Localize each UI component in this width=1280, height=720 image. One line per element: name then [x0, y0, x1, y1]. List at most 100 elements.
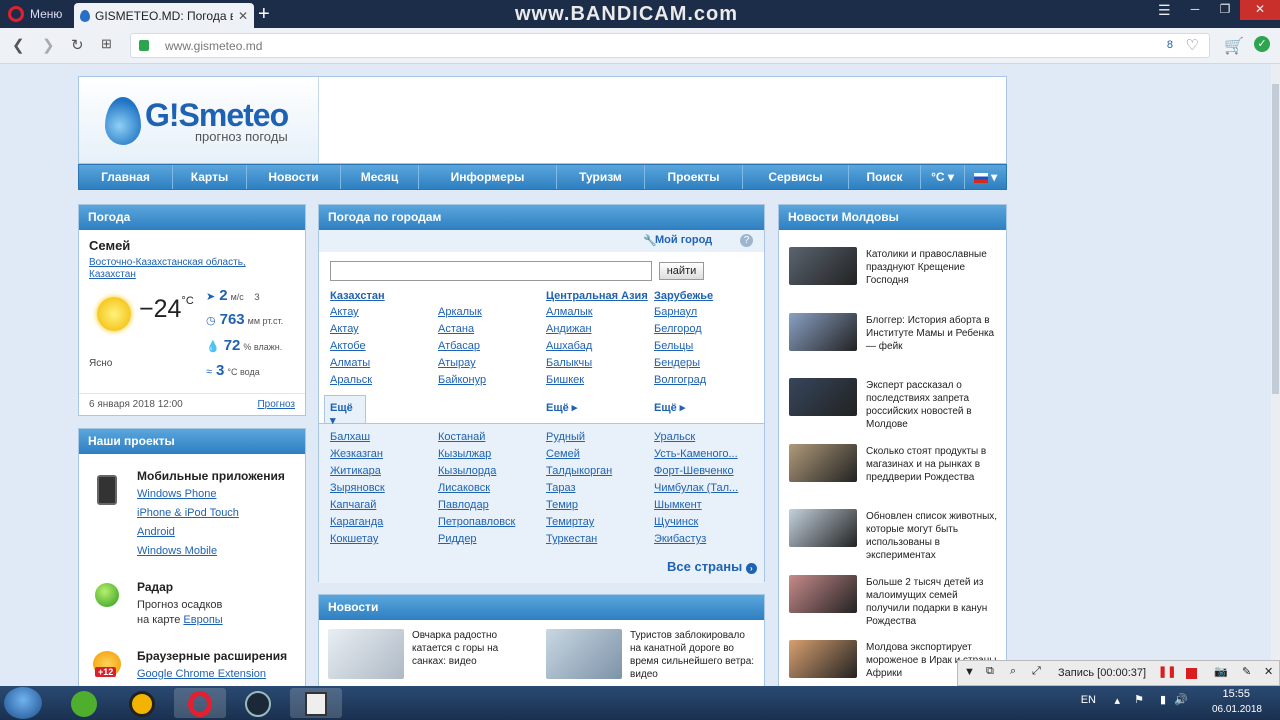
extension-badge[interactable]: 8 [1167, 39, 1173, 51]
menu-news[interactable]: Новости [247, 165, 341, 189]
url-field[interactable]: www.gismeteo.md 8 ♡ [130, 33, 1210, 58]
tab-close-icon[interactable]: ✕ [238, 9, 248, 23]
menu-services[interactable]: Сервисы [743, 165, 849, 189]
moldova-news-item[interactable]: Сколько стоят продукты в магазинах и на … [866, 445, 1000, 484]
link-windows-phone[interactable]: Windows Phone [137, 488, 217, 500]
city-link[interactable]: Риддер [438, 533, 477, 545]
city-link[interactable]: Кокшетау [330, 533, 378, 545]
logo[interactable]: G!Smeteo прогноз погоды [79, 77, 319, 163]
city-link[interactable]: Астана [438, 323, 474, 335]
news-item-1[interactable]: Овчарка радостно катается с горы на санк… [412, 629, 527, 668]
city-link[interactable]: Павлодар [438, 499, 489, 511]
clock-date[interactable]: 06.01.2018 [1212, 704, 1262, 715]
city-link[interactable]: Андижан [546, 323, 592, 335]
help-icon[interactable]: ? [740, 234, 753, 247]
camera-icon[interactable]: 📷 [1214, 665, 1228, 678]
more-central-asia[interactable]: Ещё ▸ [546, 401, 577, 414]
check-extension-icon[interactable]: ✓ [1254, 36, 1270, 52]
city-link[interactable]: Бельцы [654, 340, 693, 352]
collapse-icon[interactable]: ▼ [964, 666, 975, 678]
find-button[interactable]: найти [659, 262, 704, 280]
city-link[interactable]: Чимбулак (Тал... [654, 482, 738, 494]
window-icon[interactable]: ⧉ [986, 665, 994, 678]
menu-projects[interactable]: Проекты [645, 165, 743, 189]
city-link[interactable]: Лисаковск [438, 482, 490, 494]
city-link[interactable]: Форт-Шевченко [654, 465, 734, 477]
city-link[interactable]: Актау [330, 323, 359, 335]
city-link[interactable]: Аркалык [438, 306, 482, 318]
city-link[interactable]: Талдыкорган [546, 465, 612, 477]
city-link[interactable]: Алматы [330, 357, 370, 369]
tab-menu-icon[interactable]: ☰ [1158, 2, 1171, 19]
head-abroad[interactable]: Зарубежье [654, 290, 713, 302]
city-link[interactable]: Рудный [546, 431, 585, 443]
moldova-news-thumb[interactable] [789, 640, 857, 678]
news-item-2[interactable]: Туристов заблокировало на канатной дорог… [630, 629, 755, 681]
magnifier-icon[interactable]: ⌕ [1010, 665, 1016, 678]
menu-units[interactable]: °C ▾ [921, 165, 965, 189]
forward-icon[interactable]: ❯ [42, 36, 55, 54]
moldova-news-thumb[interactable] [789, 378, 857, 416]
city-link[interactable]: Актау [330, 306, 359, 318]
radar-europe-link[interactable]: Европы [183, 614, 222, 626]
pencil-icon[interactable]: ✎ [1242, 665, 1251, 678]
city-link[interactable]: Аральск [330, 374, 372, 386]
back-icon[interactable]: ❮ [12, 36, 25, 54]
city-link[interactable]: Тараз [546, 482, 576, 494]
more-abroad[interactable]: Ещё ▸ [654, 401, 685, 414]
city-link[interactable]: Петропавловск [438, 516, 515, 528]
city-link[interactable]: Актобе [330, 340, 366, 352]
minimize-icon[interactable]: ─ [1180, 0, 1210, 20]
city-link[interactable]: Балхаш [330, 431, 370, 443]
tray-language[interactable]: EN [1081, 694, 1096, 706]
city-link[interactable]: Бендеры [654, 357, 700, 369]
city-link[interactable]: Бишкек [546, 374, 584, 386]
city-link[interactable]: Атбасар [438, 340, 480, 352]
city-link[interactable]: Балыкчы [546, 357, 592, 369]
utorrent-icon[interactable] [58, 688, 110, 718]
city-link[interactable]: Кызылжар [438, 448, 491, 460]
moldova-news-item[interactable]: Обновлен список животных, которые могут … [866, 510, 1000, 562]
bandicam-taskbar-icon[interactable] [290, 688, 342, 718]
city-link[interactable]: Темир [546, 499, 578, 511]
moldova-news-thumb[interactable] [789, 247, 857, 285]
menu-tourism[interactable]: Туризм [557, 165, 645, 189]
link-android[interactable]: Android [137, 526, 175, 538]
city-link[interactable]: Барнаул [654, 306, 697, 318]
recorder-close-icon[interactable]: ✕ [1264, 665, 1273, 678]
stop-icon[interactable] [1186, 668, 1197, 679]
city-link[interactable]: Кызылорда [438, 465, 496, 477]
city-link[interactable]: Белгород [654, 323, 702, 335]
my-city-link[interactable]: Мой город [655, 234, 712, 246]
bookmark-heart-icon[interactable]: ♡ [1186, 36, 1199, 54]
city-link[interactable]: Экибастуз [654, 533, 706, 545]
more-tab-active[interactable]: Ещё ▾ [324, 395, 366, 427]
city-link[interactable]: Туркестан [546, 533, 597, 545]
chrome-extension-link[interactable]: Google Chrome Extension [137, 668, 266, 680]
page-scrollbar[interactable] [1271, 64, 1280, 686]
close-window-icon[interactable]: ✕ [1240, 0, 1280, 20]
opera-menu-button[interactable]: Меню [0, 0, 72, 28]
city-link[interactable]: Волгоград [654, 374, 706, 386]
city-link[interactable]: Шымкент [654, 499, 702, 511]
city-link[interactable]: Капчагай [330, 499, 376, 511]
city-search-input[interactable] [330, 261, 652, 281]
flag-icon[interactable]: ⚑ [1134, 693, 1144, 706]
cart-icon[interactable]: 🛒 [1224, 36, 1244, 56]
moldova-news-item[interactable]: Эксперт рассказал о последствиях запрета… [866, 379, 1000, 431]
city-link[interactable]: Ашхабад [546, 340, 592, 352]
forecast-link[interactable]: Прогноз [257, 399, 295, 410]
volume-icon[interactable]: 🔊 [1174, 693, 1188, 706]
moldova-news-item[interactable]: Больше 2 тысяч детей из малоимущих семей… [866, 576, 1000, 628]
city-link[interactable]: Караганда [330, 516, 383, 528]
new-tab-button[interactable]: + [258, 3, 270, 25]
browser-tab[interactable]: GISMETEO.MD: Погода в ✕ [74, 3, 254, 28]
menu-month[interactable]: Месяц [341, 165, 419, 189]
city-link[interactable]: Щучинск [654, 516, 698, 528]
city-link[interactable]: Семей [546, 448, 580, 460]
moldova-news-thumb[interactable] [789, 443, 857, 482]
tray-expand-icon[interactable]: ▴ [1114, 694, 1120, 707]
link-windows-mobile[interactable]: Windows Mobile [137, 545, 217, 557]
moldova-news-thumb[interactable] [789, 574, 857, 613]
menu-language[interactable]: ▾ [965, 165, 1006, 189]
